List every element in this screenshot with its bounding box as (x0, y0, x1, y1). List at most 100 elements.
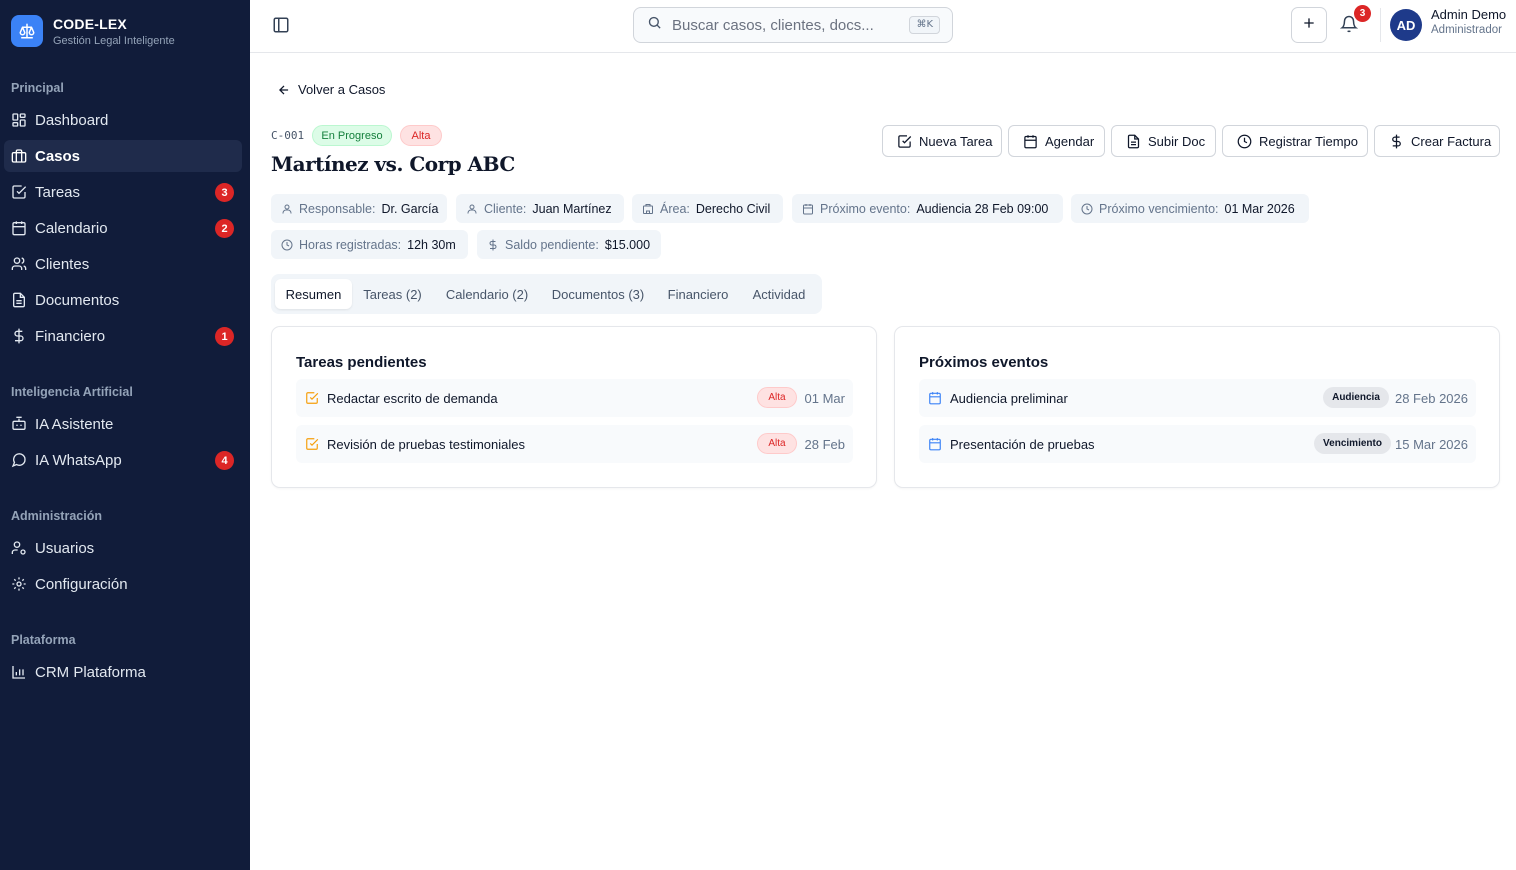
meta-saldo: Saldo pendiente: $15.000 (477, 230, 661, 259)
document-icon (1125, 133, 1141, 149)
new-task-button[interactable]: Nueva Tarea (882, 125, 1002, 157)
calendar-icon (1022, 133, 1038, 149)
bot-icon (11, 416, 27, 432)
meta-value: $15.000 (604, 237, 651, 252)
task-date: 28 Feb (804, 436, 845, 452)
meta-value: Derecho Civil (695, 201, 771, 216)
meta-label: Cliente: (484, 201, 527, 216)
section-title-ia: Inteligencia Artificial (11, 385, 133, 399)
user-cog-icon (11, 540, 27, 556)
back-label: Volver a Casos (298, 82, 386, 97)
sidebar-item-label: Dashboard (35, 111, 109, 129)
tab-calendario[interactable]: Calendario (2) (436, 279, 538, 309)
priority-tag: Alta (757, 387, 797, 408)
button-label: Nueva Tarea (919, 133, 993, 149)
section-title-principal: Principal (11, 81, 64, 95)
event-label: Audiencia preliminar (950, 390, 1068, 406)
tab-actividad[interactable]: Actividad (743, 279, 815, 309)
sidebar-item-label: Casos (35, 147, 81, 165)
upload-doc-button[interactable]: Subir Doc (1111, 125, 1216, 157)
event-type-tag: Vencimiento (1314, 433, 1391, 454)
topbar-divider (1380, 8, 1381, 42)
event-row[interactable]: Presentación de pruebas Vencimiento 15 M… (919, 425, 1476, 463)
upcoming-events-card: Próximos eventos Audiencia preliminar Au… (894, 326, 1500, 488)
button-label: Crear Factura (1411, 133, 1492, 149)
sidebar-item-label: Documentos (35, 291, 120, 309)
sidebar-item-ia-asistente[interactable]: IA Asistente (4, 408, 242, 440)
tab-financiero[interactable]: Financiero (658, 279, 738, 309)
chat-icon (11, 452, 27, 468)
bar-chart-icon (11, 664, 27, 680)
task-row[interactable]: Revisión de pruebas testimoniales Alta 2… (296, 425, 853, 463)
dollar-icon (1388, 133, 1404, 149)
section-title-administracion: Administración (11, 509, 102, 523)
create-invoice-button[interactable]: Crear Factura (1374, 125, 1500, 157)
notifications-badge: 3 (1354, 5, 1371, 22)
building-icon (642, 202, 655, 215)
back-to-cases-link[interactable]: Volver a Casos (277, 82, 385, 97)
user-name[interactable]: Admin Demo (1431, 7, 1506, 22)
tab-tareas[interactable]: Tareas (2) (354, 279, 431, 309)
calendar-icon (802, 202, 815, 215)
sidebar-item-documentos[interactable]: Documentos (4, 284, 242, 316)
brand-name: CODE-LEX (53, 15, 127, 32)
check-square-icon (11, 184, 27, 200)
schedule-button[interactable]: Agendar (1008, 125, 1105, 157)
financiero-count-badge: 1 (215, 327, 234, 346)
meta-value: Juan Martínez (532, 201, 612, 216)
calendar-icon (928, 391, 942, 405)
meta-label: Saldo pendiente: (505, 237, 599, 252)
topbar: Buscar casos, clientes, docs... ⌘K 3 AD … (250, 0, 1516, 53)
meta-proximo-vencimiento: Próximo vencimiento: 01 Mar 2026 (1071, 194, 1309, 223)
card-title: Próximos eventos (919, 354, 1049, 371)
status-badge: En Progreso (312, 125, 392, 146)
user-role: Administrador (1431, 24, 1502, 36)
sidebar-item-label: CRM Plataforma (35, 663, 146, 681)
tareas-count-badge: 3 (215, 183, 234, 202)
sidebar-item-calendario[interactable]: Calendario 2 (4, 212, 242, 244)
tab-documentos[interactable]: Documentos (3) (543, 279, 653, 309)
sidebar-item-financiero[interactable]: Financiero 1 (4, 320, 242, 352)
clock-icon (281, 238, 294, 251)
task-label: Redactar escrito de demanda (327, 390, 498, 406)
brand[interactable]: CODE-LEX Gestión Legal Inteligente (0, 0, 250, 62)
meta-horas: Horas registradas: 12h 30m (271, 230, 468, 259)
case-id: C-001 (271, 129, 305, 142)
sidebar-item-ia-whatsapp[interactable]: IA WhatsApp 4 (4, 444, 242, 476)
priority-badge: Alta (400, 125, 442, 146)
avatar[interactable]: AD (1390, 9, 1422, 41)
sidebar-item-label: Clientes (35, 255, 90, 273)
scale-logo-icon (11, 15, 43, 47)
sidebar-item-usuarios[interactable]: Usuarios (4, 532, 242, 564)
dollar-icon (487, 238, 500, 251)
tab-resumen[interactable]: Resumen (275, 279, 352, 309)
sidebar-item-label: Calendario (35, 219, 108, 237)
sidebar-item-label: IA Asistente (35, 415, 114, 433)
brand-subtitle: Gestión Legal Inteligente (53, 34, 175, 47)
button-label: Agendar (1045, 133, 1095, 149)
sidebar-item-casos[interactable]: Casos (4, 140, 242, 172)
task-row[interactable]: Redactar escrito de demanda Alta 01 Mar (296, 379, 853, 417)
sidebar-toggle-icon[interactable] (272, 16, 290, 34)
calendario-count-badge: 2 (215, 219, 234, 238)
briefcase-icon (11, 148, 27, 164)
sidebar-item-crm-plataforma[interactable]: CRM Plataforma (4, 656, 242, 688)
sidebar-item-dashboard[interactable]: Dashboard (4, 104, 242, 136)
event-row[interactable]: Audiencia preliminar Audiencia 28 Feb 20… (919, 379, 1476, 417)
sidebar-item-configuracion[interactable]: Configuración (4, 568, 242, 600)
search-input[interactable]: Buscar casos, clientes, docs... ⌘K (633, 7, 953, 43)
check-square-icon (305, 391, 319, 405)
whatsapp-count-badge: 4 (215, 451, 234, 470)
event-label: Presentación de pruebas (950, 436, 1095, 452)
sidebar-item-tareas[interactable]: Tareas 3 (4, 176, 242, 208)
pending-tasks-card: Tareas pendientes Redactar escrito de de… (271, 326, 877, 488)
sidebar-item-label: Configuración (35, 575, 128, 593)
quick-add-button[interactable] (1291, 7, 1327, 43)
sidebar-item-label: Usuarios (35, 539, 95, 557)
meta-value: 01 Mar 2026 (1224, 201, 1295, 216)
sidebar-item-clientes[interactable]: Clientes (4, 248, 242, 280)
meta-value: 12h 30m (407, 237, 456, 252)
meta-area: Área: Derecho Civil (632, 194, 783, 223)
log-time-button[interactable]: Registrar Tiempo (1222, 125, 1368, 157)
task-label: Revisión de pruebas testimoniales (327, 436, 525, 452)
